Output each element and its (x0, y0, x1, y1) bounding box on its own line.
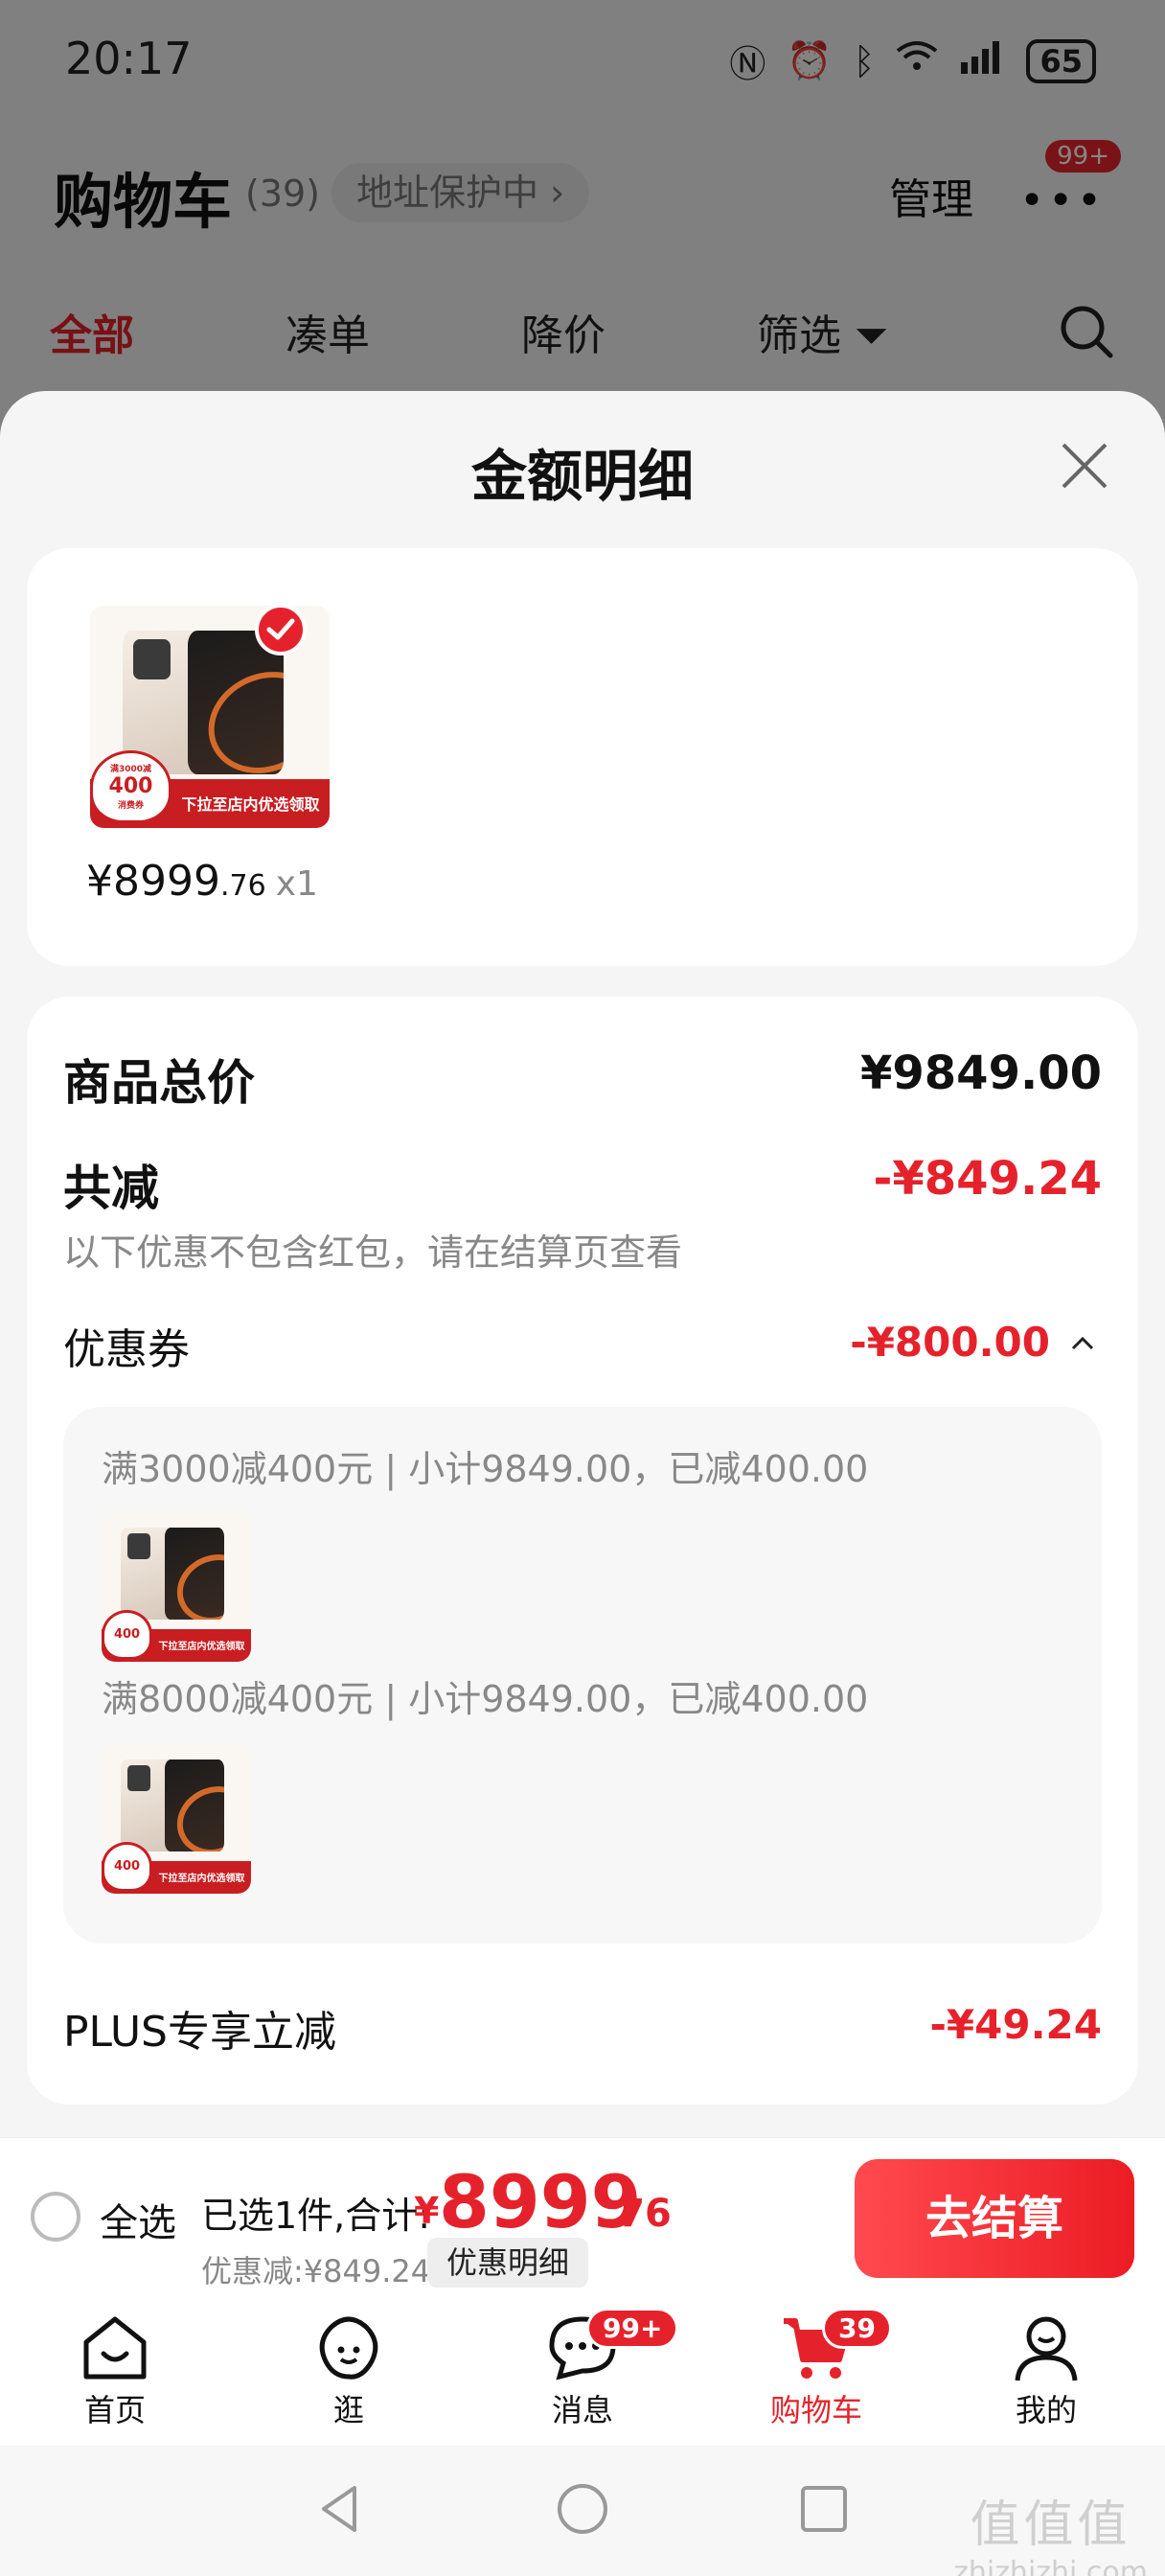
plus-discount-value: -¥49.24 (929, 2001, 1102, 2048)
total-currency: ¥ (414, 2190, 440, 2232)
reduce-label: 共减 (63, 1161, 159, 1216)
total-price-value: ¥9849.00 (859, 1046, 1102, 1100)
system-nav-bar: 值值值 zhizhizhi.com (0, 2446, 1165, 2576)
home-circle-icon[interactable] (554, 2480, 611, 2538)
watermark: 值值值 zhizhizhi.com (953, 2484, 1148, 2576)
coupon-product-thumbnail-2: 400 下拉至店内优选领取 (102, 1744, 251, 1894)
back-icon[interactable] (312, 2480, 370, 2538)
reduce-value: -¥849.24 (873, 1152, 1102, 1206)
coupon-product-thumbnail-1: 400 下拉至店内优选领取 (102, 1512, 251, 1662)
nav-home-label: 首页 (83, 2392, 146, 2428)
coupon-line-1: 满3000减400元 | 小计9849.00，已减400.00 (102, 1448, 869, 1490)
promo-strip: 满3000减 400 消费券 下拉至店内优选领取 (90, 749, 330, 828)
reduce-note: 以下优惠不包含红包，请在结算页查看 (63, 1231, 683, 1274)
total-price-label: 商品总价 (63, 1055, 255, 1111)
watermark-sub: zhizhizhi.com (953, 2556, 1148, 2576)
coupon-value[interactable]: -¥800.00 (850, 1319, 1050, 1366)
cart-badge: 39 (822, 2308, 892, 2349)
discount-detail-button[interactable]: 优惠明细 (427, 2238, 589, 2288)
plus-discount-label: PLUS专享立减 (63, 2008, 336, 2057)
total-amount-dec: .76 (604, 2192, 672, 2236)
product-price: ¥8999.76 x1 (86, 857, 318, 906)
nav-home[interactable]: 首页 (38, 2313, 192, 2430)
watermark-main: 值值值 (970, 2496, 1131, 2554)
selected-check-icon (255, 604, 307, 656)
discount-summary: 优惠减:¥849.24 (201, 2253, 431, 2289)
nav-browse-label: 逛 (332, 2392, 364, 2428)
coupon-breakdown: 满3000减400元 | 小计9849.00，已减400.00 400 下拉至店内… (63, 1407, 1102, 1944)
nav-cart-label: 购物车 (769, 2392, 862, 2428)
settlement-bar: 全选 已选1件,合计: ¥ 8999 .76 优惠减:¥849.24 优惠明细 … (0, 2137, 1165, 2296)
home-icon (83, 2316, 147, 2380)
select-all-label[interactable]: 全选 (100, 2192, 176, 2247)
price-detail-card: 商品总价 ¥9849.00 共减 -¥849.24 以下优惠不包含红包，请在结算… (27, 997, 1138, 2104)
close-icon[interactable] (1056, 437, 1113, 494)
coupon-line-2: 满8000减400元 | 小计9849.00，已减400.00 (102, 1678, 869, 1720)
nav-messages[interactable]: 消息 99+ (506, 2308, 679, 2430)
product-qty: x1 (275, 864, 318, 904)
sheet-title: 金额明细 (470, 444, 694, 509)
recents-icon[interactable] (795, 2480, 853, 2538)
nav-messages-label: 消息 (551, 2392, 613, 2428)
select-all-checkbox[interactable] (31, 2192, 80, 2242)
nav-browse[interactable]: 逛 (272, 2313, 425, 2430)
nav-profile-label: 我的 (1015, 2392, 1077, 2428)
amount-detail-sheet: 金额明细 满3000减 400 消费券 下拉至店内优选领取 ¥8999.76 x1 (0, 391, 1165, 2137)
nav-cart[interactable]: 购物车 39 (740, 2308, 893, 2430)
selected-summary: 已选1件,合计: (201, 2195, 431, 2237)
browse-icon (319, 2316, 378, 2380)
product-card: 满3000减 400 消费券 下拉至店内优选领取 ¥8999.76 x1 (27, 548, 1138, 966)
profile-icon (1015, 2316, 1078, 2381)
product-price-dec: .76 (219, 869, 266, 903)
promo-text: 下拉至店内优选领取 (181, 795, 320, 815)
promo-badge: 满3000减 400 消费券 (90, 749, 171, 824)
messages-badge: 99+ (586, 2308, 679, 2349)
chevron-up-icon[interactable] (1069, 1330, 1096, 1357)
product-price-int: ¥8999 (86, 857, 220, 906)
coupon-label: 优惠券 (63, 1325, 190, 1374)
checkout-button[interactable]: 去结算 (855, 2159, 1134, 2278)
nav-profile[interactable]: 我的 (970, 2313, 1123, 2430)
bottom-nav: 首页 逛 消息 99+ 购物车 39 我的 (0, 2296, 1165, 2446)
